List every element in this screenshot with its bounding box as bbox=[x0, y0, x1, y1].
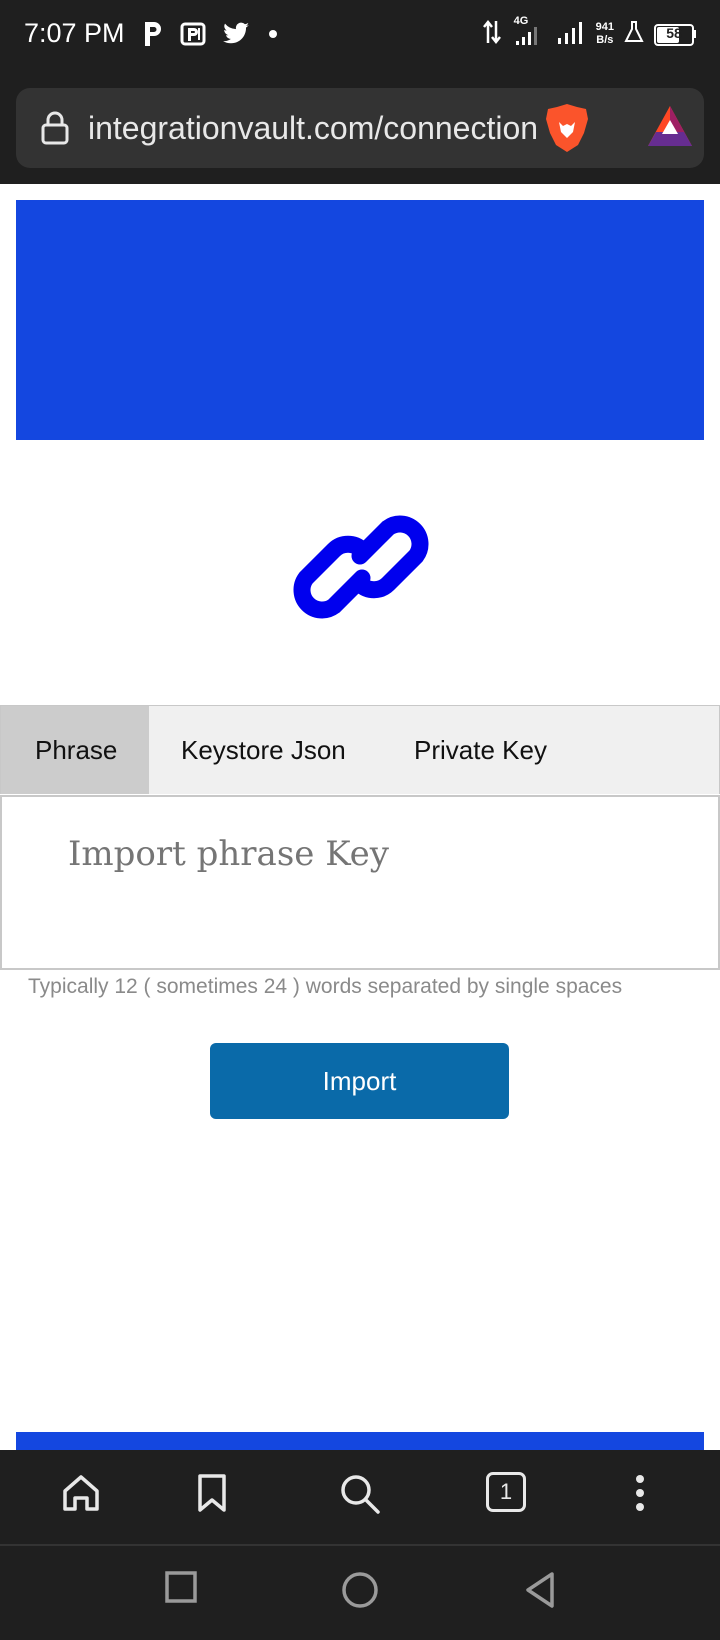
hero-banner bbox=[16, 200, 704, 440]
status-app-icons bbox=[142, 20, 280, 53]
import-button[interactable]: Import bbox=[210, 1043, 509, 1119]
link-icon bbox=[288, 494, 434, 645]
status-bar: 7:07 PM 4G 941 B/s 58 bbox=[0, 0, 720, 84]
home-circle-icon[interactable] bbox=[340, 1570, 380, 1615]
home-icon[interactable] bbox=[60, 1472, 102, 1519]
browser-bottom-nav: 1 bbox=[0, 1450, 720, 1546]
twitter-icon bbox=[222, 22, 250, 51]
p-app-icon bbox=[142, 20, 164, 53]
import-tabs: Phrase Keystore Json Private Key bbox=[0, 705, 720, 794]
phrase-panel bbox=[0, 795, 720, 970]
footer-banner bbox=[16, 1432, 704, 1450]
recents-icon[interactable] bbox=[164, 1570, 198, 1609]
address-bar[interactable]: integrationvault.com/connection bbox=[16, 88, 704, 168]
battery-icon: 58 bbox=[654, 22, 696, 46]
phrase-input[interactable] bbox=[66, 833, 690, 875]
tab-keystore-json[interactable]: Keystore Json bbox=[181, 706, 346, 794]
battery-level: 58 bbox=[666, 24, 682, 41]
browser-toolbar: integrationvault.com/connection bbox=[0, 84, 720, 184]
tabs-icon[interactable]: 1 bbox=[486, 1472, 526, 1512]
url-text[interactable]: integrationvault.com/connection bbox=[88, 110, 543, 147]
dot-icon bbox=[266, 27, 280, 46]
signal-icon bbox=[556, 18, 586, 49]
status-indicators: 4G 941 B/s 58 bbox=[482, 15, 696, 49]
brave-lion-icon[interactable] bbox=[544, 102, 590, 159]
bookmark-icon[interactable] bbox=[194, 1472, 230, 1519]
system-nav bbox=[0, 1546, 720, 1640]
parking-icon bbox=[180, 21, 206, 52]
signal-icon: 4G bbox=[512, 15, 546, 49]
net-speed: 941 B/s bbox=[596, 21, 614, 47]
data-arrows-icon bbox=[482, 19, 502, 48]
status-time: 7:07 PM bbox=[24, 18, 125, 48]
helper-text: Typically 12 ( sometimes 24 ) words sepa… bbox=[28, 975, 623, 998]
net-speed-value: 941 bbox=[595, 20, 614, 33]
tab-phrase[interactable]: Phrase bbox=[1, 706, 149, 794]
bat-triangle-icon[interactable] bbox=[646, 104, 694, 153]
net-speed-unit: B/s bbox=[596, 33, 614, 46]
tab-private-key[interactable]: Private Key bbox=[414, 706, 547, 794]
more-icon[interactable] bbox=[630, 1472, 650, 1519]
search-icon[interactable] bbox=[338, 1472, 382, 1521]
lock-icon[interactable] bbox=[40, 110, 70, 151]
back-icon[interactable] bbox=[522, 1570, 558, 1615]
lab-icon bbox=[624, 20, 644, 47]
